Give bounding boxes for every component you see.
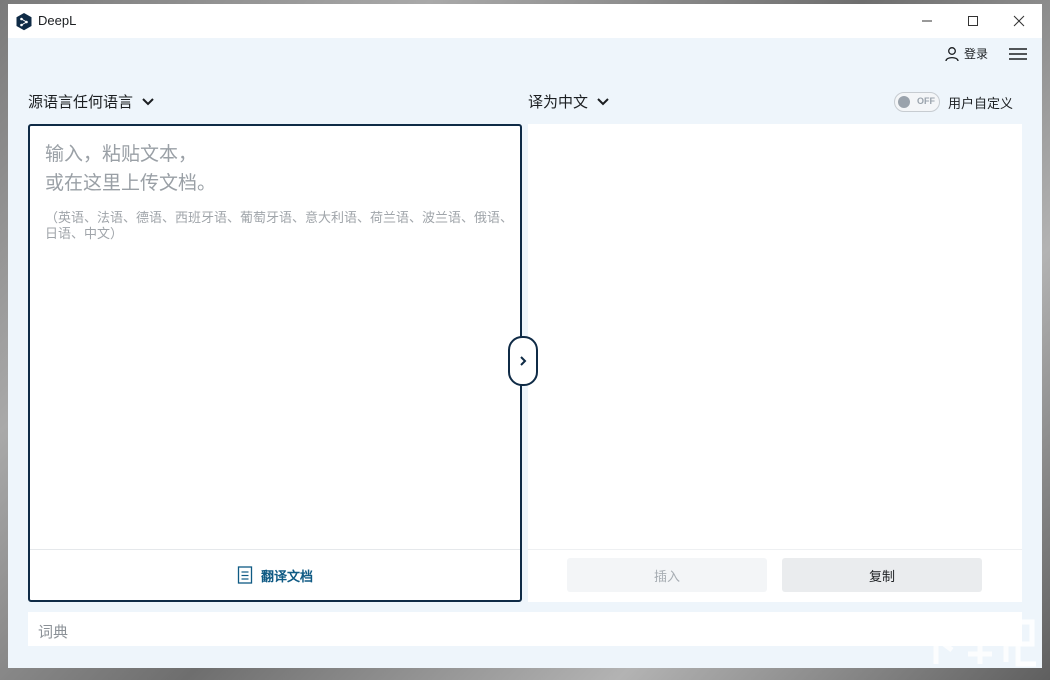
document-icon (237, 566, 253, 584)
chevron-down-icon (142, 97, 154, 105)
maximize-button[interactable] (950, 4, 996, 38)
login-label: 登录 (964, 47, 989, 61)
toggle-knob (898, 96, 910, 108)
source-language-selector[interactable]: 源语言任何语言 (28, 91, 155, 112)
target-language-selector[interactable]: 译为中文 (528, 91, 610, 112)
minimize-button[interactable] (904, 4, 950, 38)
minimize-icon (922, 20, 932, 22)
deepl-logo-icon (16, 13, 32, 31)
placeholder-line-2: 或在这里上传文档。 (45, 173, 217, 194)
source-placeholder[interactable]: 输入，粘贴文本， 或在这里上传文档。 (45, 140, 216, 198)
chevron-right-icon (520, 356, 527, 366)
app-title: DeepL (38, 13, 77, 28)
translate-document-button[interactable]: 翻译文档 (30, 549, 520, 600)
target-language-label: 译为中文 (528, 94, 589, 111)
glossary-toggle[interactable]: OFF (894, 92, 940, 112)
glossary-toggle-label: 用户自定义 (948, 95, 1014, 111)
close-button[interactable] (996, 4, 1042, 38)
title-bar: DeepL (8, 4, 1042, 38)
target-text-panel[interactable]: 插入 复制 (528, 124, 1022, 602)
chevron-down-icon (597, 97, 609, 105)
maximize-icon (968, 16, 978, 26)
insert-button[interactable]: 插入 (567, 558, 767, 592)
supported-languages-hint: （英语、法语、德语、西班牙语、葡萄牙语、意大利语、荷兰语、波兰语、俄语、日语、中… (45, 210, 514, 241)
watermark-logo (918, 618, 1036, 667)
dictionary-label: 词典 (38, 624, 69, 641)
source-language-label: 源语言任何语言 (28, 94, 134, 111)
source-text-panel[interactable]: 输入，粘贴文本， 或在这里上传文档。 （英语、法语、德语、西班牙语、葡萄牙语、意… (28, 124, 522, 602)
swap-direction-button[interactable] (508, 336, 538, 386)
close-icon (1013, 15, 1025, 27)
translate-document-label: 翻译文档 (260, 568, 313, 584)
deepl-window: DeepL 登录 源语言任何语言 译为中文 OFF 用户自定义 输入，粘贴文本，… (8, 4, 1042, 668)
placeholder-line-1: 输入，粘贴文本， (45, 144, 198, 165)
glossary-toggle-group: OFF 用户自定义 (894, 92, 1013, 112)
user-icon (945, 46, 959, 61)
copy-button[interactable]: 复制 (782, 558, 982, 592)
toggle-state: OFF (917, 96, 935, 106)
dictionary-bar[interactable]: 词典 (28, 612, 1022, 646)
login-button[interactable]: 登录 (944, 45, 988, 62)
hamburger-menu-icon[interactable] (1008, 46, 1028, 62)
target-footer: 插入 复制 (528, 549, 1022, 602)
